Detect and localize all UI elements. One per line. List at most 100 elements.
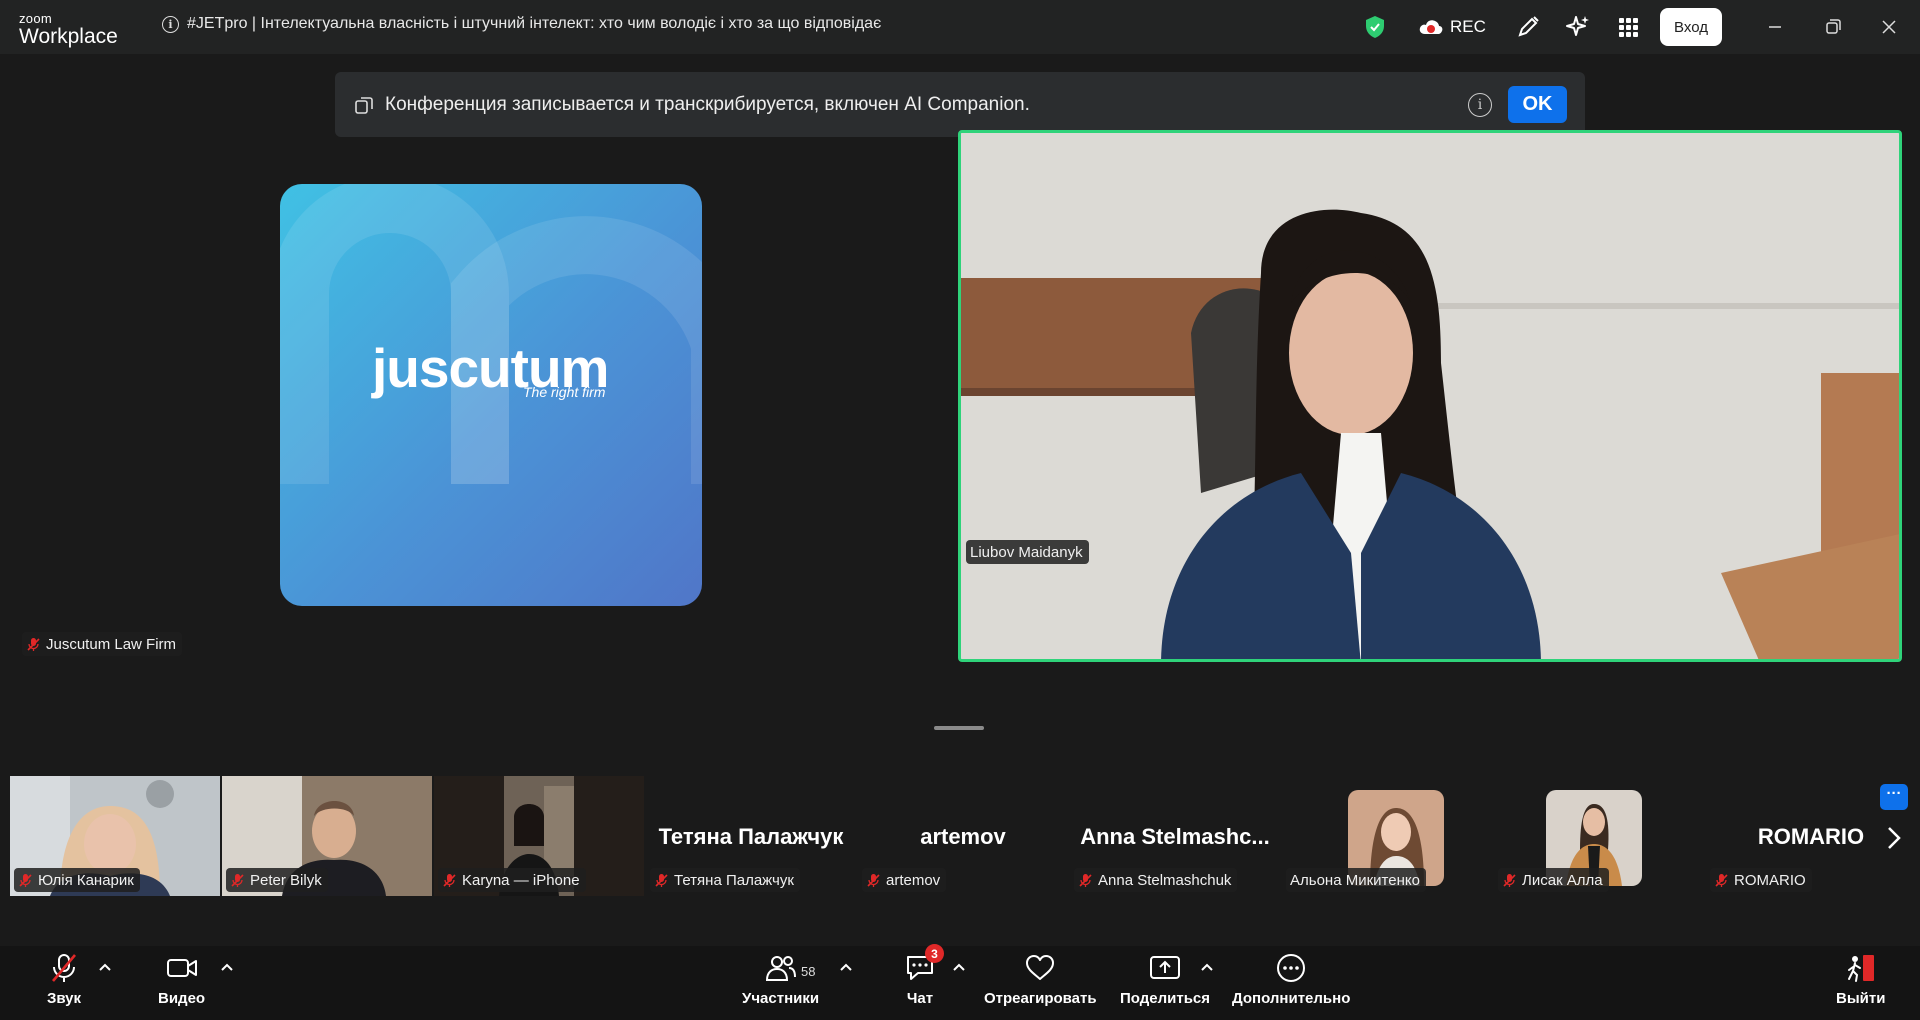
brand-small: zoom bbox=[19, 11, 52, 26]
meeting-toolbar: Звук Видео Участники 58 3 Чат Отреагиров… bbox=[0, 944, 1920, 1020]
notice-ok-button[interactable]: OK bbox=[1508, 86, 1567, 123]
ai-companion-button[interactable] bbox=[1564, 0, 1592, 54]
chat-button[interactable]: 3 Чат bbox=[902, 944, 944, 1007]
chevron-up-icon[interactable] bbox=[220, 962, 234, 972]
share-button[interactable]: Поделиться bbox=[1120, 950, 1210, 1007]
participant-name-tag: Peter Bilyk bbox=[226, 868, 328, 892]
leave-door-icon bbox=[1843, 950, 1879, 986]
participant-name-tag: Juscutum Law Firm bbox=[22, 632, 183, 656]
gallery-tile[interactable]: Лисак Алла bbox=[1494, 776, 1704, 896]
chevron-right-icon[interactable] bbox=[1884, 824, 1904, 852]
recording-notice-banner: Конференция записывается и транскрибируе… bbox=[335, 72, 1585, 137]
mic-muted-icon bbox=[19, 873, 32, 887]
rec-label: REC bbox=[1450, 17, 1486, 36]
participant-name: Liubov Maidanyk bbox=[970, 543, 1083, 561]
gallery-tile[interactable]: Юлія Канарик bbox=[10, 776, 220, 896]
pen-icon bbox=[1518, 16, 1539, 37]
mic-muted-icon bbox=[655, 873, 668, 887]
gallery-tile[interactable]: Альона Микитенко bbox=[1282, 776, 1492, 896]
participant-name-tag: Karyna — iPhone bbox=[438, 868, 586, 892]
brand-large: Workplace bbox=[19, 25, 118, 48]
meeting-title-text: #JETpro | Інтелектуальна власність і шту… bbox=[187, 15, 882, 32]
video-label: Видео bbox=[158, 990, 206, 1007]
annotate-button[interactable] bbox=[1514, 0, 1542, 54]
participant-name-tag: Liubov Maidanyk bbox=[966, 540, 1089, 564]
meeting-info-icon[interactable]: i bbox=[162, 15, 179, 33]
participant-name: ROMARIO bbox=[1734, 871, 1806, 889]
participant-display-name: Anna Stelmashc... bbox=[1080, 824, 1270, 849]
share-screen-icon bbox=[1147, 950, 1183, 986]
participant-name-tag: Тетяна Палажчук bbox=[650, 868, 800, 892]
chevron-up-icon[interactable] bbox=[1200, 962, 1214, 972]
title-bar: zoom Workplace i #JETpro | Інтелектуальн… bbox=[0, 0, 1920, 54]
gallery-tile[interactable]: Peter Bilyk bbox=[222, 776, 432, 896]
participant-name-tag: artemov bbox=[862, 868, 947, 892]
participant-display-name: artemov bbox=[920, 824, 1006, 849]
minimize-icon[interactable] bbox=[1762, 14, 1788, 40]
restore-icon[interactable] bbox=[1820, 14, 1846, 40]
mic-muted-icon bbox=[1503, 873, 1516, 887]
notice-text: Конференция записывается и транскрибируе… bbox=[385, 93, 1030, 115]
app-logo: zoom Workplace bbox=[19, 12, 118, 47]
participant-name-tag: Альона Микитенко bbox=[1286, 868, 1426, 892]
chevron-up-icon[interactable] bbox=[98, 962, 112, 972]
recording-indicator[interactable]: REC bbox=[1418, 0, 1486, 54]
sparkle-icon bbox=[1566, 16, 1589, 36]
mic-off-icon bbox=[46, 950, 82, 986]
resize-handle[interactable] bbox=[934, 726, 984, 730]
logo-tagline: The right firm bbox=[523, 384, 606, 400]
gallery-tile[interactable]: Тетяна Палажчук Тетяна Палажчук bbox=[646, 776, 856, 896]
speaker-video bbox=[961, 133, 1899, 659]
participant-name: artemov bbox=[886, 871, 941, 889]
apps-button[interactable] bbox=[1614, 0, 1642, 54]
notice-info-icon[interactable]: i bbox=[1468, 92, 1492, 117]
leave-label: Выйти bbox=[1836, 990, 1886, 1007]
leave-button[interactable]: Выйти bbox=[1836, 950, 1885, 1007]
gallery-tile[interactable]: artemov artemov bbox=[858, 776, 1068, 896]
participants-icon bbox=[763, 950, 799, 986]
camera-icon bbox=[164, 950, 200, 986]
react-button[interactable]: Отреагировать bbox=[984, 950, 1097, 1007]
gallery-tile[interactable]: Anna Stelmashc... Anna Stelmashchuk bbox=[1070, 776, 1280, 896]
participant-name: Лисак Алла bbox=[1522, 871, 1603, 889]
mic-muted-icon bbox=[27, 637, 40, 651]
chat-label: Чат bbox=[906, 990, 934, 1007]
heart-icon bbox=[1022, 950, 1058, 986]
video-tile-active-speaker[interactable]: Liubov Maidanyk bbox=[958, 130, 1902, 662]
react-label: Отреагировать bbox=[984, 990, 1097, 1007]
chevron-up-icon[interactable] bbox=[839, 962, 853, 972]
audio-label: Звук bbox=[46, 990, 82, 1007]
mic-muted-icon bbox=[443, 873, 456, 887]
login-button[interactable]: Вход bbox=[1660, 8, 1722, 46]
copy-icon bbox=[355, 96, 373, 114]
mic-muted-icon bbox=[1715, 873, 1728, 887]
video-button[interactable]: Видео bbox=[158, 950, 205, 1007]
apps-grid-icon bbox=[1619, 18, 1638, 37]
video-tile-juscutum[interactable]: juscutum The right firm Juscutum Law Fir… bbox=[0, 138, 958, 662]
participant-name-tag: Юлія Канарик bbox=[14, 868, 140, 892]
gallery-more-button[interactable]: ··· bbox=[1880, 784, 1908, 810]
participants-label: Участники bbox=[742, 990, 820, 1007]
participant-name: Юлія Канарик bbox=[38, 871, 134, 889]
chevron-up-icon[interactable] bbox=[952, 962, 966, 972]
chat-unread-badge: 3 bbox=[925, 944, 944, 963]
audio-button[interactable]: Звук bbox=[46, 950, 82, 1007]
cloud-record-icon bbox=[1419, 20, 1443, 34]
gallery-tile[interactable]: Karyna — iPhone bbox=[434, 776, 644, 896]
meeting-title: i #JETpro | Інтелектуальна власність і ш… bbox=[162, 15, 881, 33]
juscutum-logo: juscutum The right firm bbox=[280, 184, 702, 606]
participants-count: 58 bbox=[801, 964, 816, 979]
participant-name: Karyna — iPhone bbox=[462, 871, 580, 889]
close-icon[interactable] bbox=[1876, 14, 1902, 40]
participant-name: Juscutum Law Firm bbox=[46, 635, 177, 653]
participant-name-tag: Лисак Алла bbox=[1498, 868, 1609, 892]
mic-muted-icon bbox=[867, 873, 880, 887]
share-label: Поделиться bbox=[1120, 990, 1211, 1007]
more-button[interactable]: Дополнительно bbox=[1232, 950, 1350, 1007]
participant-name-tag: Anna Stelmashchuk bbox=[1074, 868, 1238, 892]
participant-name: Альона Микитенко bbox=[1290, 871, 1420, 889]
more-label: Дополнительно bbox=[1232, 990, 1351, 1007]
participant-name-tag: ROMARIO bbox=[1710, 868, 1812, 892]
encryption-shield-icon[interactable] bbox=[1364, 0, 1388, 54]
gallery-strip: Юлія Канарик Peter Bilyk Karyna — iPhone… bbox=[10, 776, 1916, 896]
